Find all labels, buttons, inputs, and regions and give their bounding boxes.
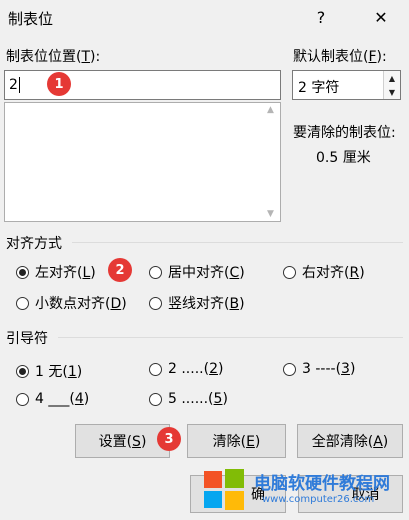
tab-position-value: 2 [9, 77, 18, 93]
align-decimal-radio[interactable]: 小数点对齐(D) [16, 293, 127, 313]
align-bar-radio[interactable]: 竖线对齐(B) [149, 293, 245, 313]
clear-button[interactable]: 清除(E) [187, 424, 286, 458]
default-tab-spinner[interactable]: 2 字符 ▲ ▼ [292, 70, 401, 100]
close-button[interactable]: ✕ [364, 0, 398, 34]
text-caret [19, 77, 20, 93]
leader-middot-radio[interactable]: 5 ......(5) [149, 391, 228, 407]
watermark-title: 电脑软硬件教程网 [254, 474, 390, 494]
watermark-url: www.computer26.com [262, 494, 375, 505]
step-badge-2: 2 [108, 258, 132, 282]
clear-all-button[interactable]: 全部清除(A) [297, 424, 403, 458]
radio-icon [16, 296, 29, 310]
alignment-group-title: 对齐方式 [6, 236, 62, 252]
help-button[interactable]: ? [304, 0, 338, 34]
scroll-down-icon[interactable]: ▼ [267, 209, 274, 219]
to-clear-label: 要清除的制表位: [293, 125, 396, 141]
radio-icon [283, 362, 296, 376]
scroll-up-icon[interactable]: ▲ [267, 105, 274, 115]
spin-down-icon[interactable]: ▼ [383, 85, 400, 99]
leader-dashes-radio[interactable]: 3 ----(3) [283, 361, 355, 377]
radio-icon [149, 296, 162, 310]
leader-none-radio[interactable]: 1 无(1) [16, 361, 82, 381]
leader-divider [58, 337, 403, 338]
step-badge-1: 1 [47, 72, 71, 96]
leader-underline-radio[interactable]: 4 ___(4) [16, 391, 89, 407]
default-tab-value: 2 字符 [298, 80, 340, 96]
radio-icon [149, 265, 162, 279]
alignment-divider [72, 242, 403, 243]
default-tab-label: 默认制表位(F): [293, 49, 387, 65]
tab-position-label: 制表位位置(T): [6, 49, 101, 65]
radio-icon [16, 392, 29, 406]
radio-icon [149, 362, 162, 376]
set-button[interactable]: 设置(S) [75, 424, 170, 458]
tab-position-input[interactable]: 2 [4, 70, 281, 100]
radio-icon [149, 392, 162, 406]
radio-selected-icon [16, 364, 29, 378]
dialog-title: 制表位 [8, 10, 54, 28]
align-center-radio[interactable]: 居中对齐(C) [149, 262, 245, 282]
leader-dots-radio[interactable]: 2 .....(2) [149, 361, 223, 377]
help-icon: ? [316, 7, 326, 27]
leader-group-title: 引导符 [6, 331, 48, 347]
windows-logo-icon [204, 469, 244, 510]
radio-icon [283, 265, 296, 279]
to-clear-value: 0.5 厘米 [316, 150, 371, 166]
list-scrollbar[interactable]: ▲ ▼ [263, 103, 280, 221]
tab-stop-list[interactable]: ▲ ▼ [4, 102, 281, 222]
align-right-radio[interactable]: 右对齐(R) [283, 262, 365, 282]
radio-selected-icon [16, 265, 29, 279]
spin-up-icon[interactable]: ▲ [383, 71, 400, 85]
align-left-radio[interactable]: 左对齐(L) [16, 262, 96, 282]
watermark: 电脑软硬件教程网 www.computer26.com [196, 463, 406, 515]
close-icon: ✕ [374, 7, 388, 27]
step-badge-3: 3 [157, 427, 181, 451]
